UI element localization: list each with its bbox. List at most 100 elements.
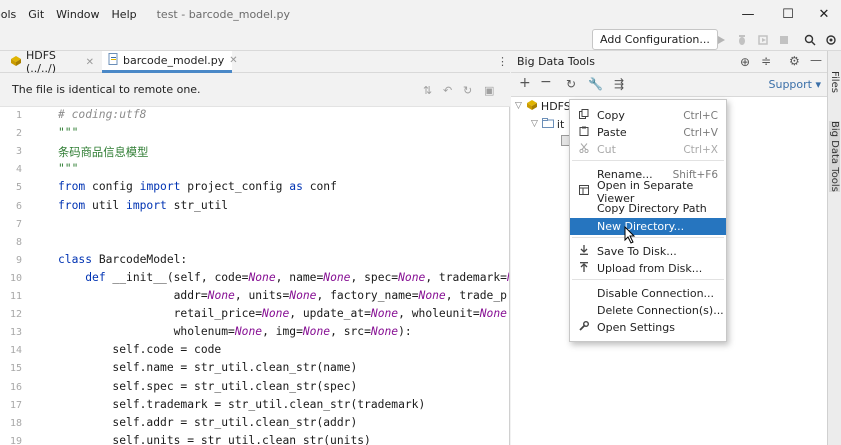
- editor-tabs: HDFS (../../) ✕ barcode_model.py ✕ ⋮: [0, 49, 510, 75]
- tree-node-label: HDFS: [540, 99, 571, 113]
- stop-icon[interactable]: [775, 31, 793, 49]
- code-line: retail_price=None, update_at=None, whole…: [58, 307, 509, 321]
- line-number: 14: [9, 345, 22, 357]
- run-icon[interactable]: [712, 31, 730, 49]
- chevron-down-icon[interactable]: ▽: [515, 101, 522, 111]
- remove-icon[interactable]: −: [540, 74, 552, 90]
- big-data-tools-title: Big Data Tools: [517, 55, 595, 68]
- menu-item-save-to-disk[interactable]: Save To Disk...: [570, 243, 726, 260]
- tree-node-it[interactable]: ▽ it: [531, 115, 564, 133]
- menu-item-copy[interactable]: Copy Ctrl+C: [570, 107, 726, 124]
- code-line: """: [58, 162, 79, 176]
- menu-item-new-directory[interactable]: New Directory...: [570, 218, 726, 235]
- menu-item-disable-connection[interactable]: Disable Connection...: [570, 285, 726, 302]
- tree-node-hdfs[interactable]: ▽ HDFS: [515, 97, 571, 115]
- code-line: self.code = code: [58, 343, 222, 357]
- remote-notice-text: The file is identical to remote one.: [12, 83, 201, 96]
- collapse-icon[interactable]: ≑: [761, 54, 771, 68]
- main-toolbar: Add Configuration...: [0, 29, 841, 51]
- compare-icon[interactable]: ⇅: [423, 84, 432, 97]
- line-number: 1: [15, 110, 22, 121]
- tab-hdfs[interactable]: HDFS (../../) ✕: [4, 49, 100, 75]
- paste-icon: [579, 126, 589, 139]
- filter-icon[interactable]: ⇶: [614, 77, 624, 91]
- add-icon[interactable]: +: [519, 75, 531, 91]
- close-tab-icon[interactable]: ✕: [86, 57, 94, 68]
- menu-item-upload-from-disk[interactable]: Upload from Disk...: [570, 260, 726, 277]
- line-number: 18: [9, 417, 22, 429]
- line-number: 16: [9, 381, 22, 393]
- code-line: class BarcodeModel:: [58, 252, 188, 266]
- remote-notice-bar: The file is identical to remote one. ⇅ ↶…: [0, 73, 510, 107]
- code-line: """: [58, 126, 79, 140]
- refresh-icon[interactable]: ↻: [463, 84, 472, 97]
- code-line: addr=None, units=None, factory_name=None…: [58, 289, 509, 302]
- line-gutter: 1 2 3 4 5 6 7 8 9 10 11 12 13 14 15 16 17 18 19: [0, 107, 44, 445]
- tab-barcode-model[interactable]: barcode_model.py ✕: [102, 51, 238, 73]
- add-configuration-button[interactable]: Add Configuration...: [592, 29, 718, 50]
- save-icon[interactable]: ▣: [484, 84, 494, 97]
- wrench-icon[interactable]: 🔧: [588, 77, 603, 91]
- cut-icon: [579, 143, 589, 156]
- code-line: self.addr = str_util.clean_str(addr): [58, 415, 358, 429]
- big-data-tools-tool-tab[interactable]: Big Data Tools: [829, 121, 840, 192]
- menu-bar: ools Git Window Help test - barcode_mode…: [0, 0, 841, 29]
- close-tab-icon[interactable]: ✕: [229, 55, 237, 66]
- menu-window[interactable]: Window: [50, 8, 105, 21]
- menu-separator: [572, 237, 724, 238]
- mouse-cursor-icon: [624, 226, 636, 244]
- menu-item-delete-connection-s[interactable]: Delete Connection(s)...: [570, 302, 726, 319]
- menu-item-open-in-separate-viewer[interactable]: Open in Separate Viewer: [570, 179, 726, 205]
- files-tool-tab[interactable]: Files: [829, 71, 840, 93]
- menu-item-label: Cut: [597, 143, 616, 156]
- search-icon[interactable]: [801, 31, 819, 49]
- menu-item-paste[interactable]: Paste Ctrl+V: [570, 124, 726, 141]
- right-tool-strip: Files Big Data Tools: [827, 51, 841, 445]
- undo-icon[interactable]: ↶: [443, 84, 452, 97]
- menu-item-label: Disable Connection...: [597, 287, 715, 300]
- hdfs-icon: [526, 99, 538, 113]
- line-number: 5: [15, 182, 22, 194]
- code-line: from config import project_config as con…: [58, 180, 337, 194]
- line-number: 19: [9, 435, 22, 445]
- line-number: 7: [15, 218, 22, 230]
- code-line: self.units = str_util.clean_str(units): [58, 433, 371, 445]
- menu-git[interactable]: Git: [22, 8, 50, 21]
- menu-item-shortcut: Ctrl+V: [683, 126, 718, 139]
- debug-icon[interactable]: [733, 31, 751, 49]
- download-icon: [579, 245, 589, 258]
- line-number: 12: [9, 309, 22, 321]
- menu-help[interactable]: Help: [106, 8, 143, 21]
- refresh-icon[interactable]: ↻: [566, 77, 576, 91]
- code-line: from util import str_util: [58, 198, 229, 212]
- line-number: 2: [15, 128, 22, 140]
- menu-item-copy-directory-path[interactable]: Copy Directory Path: [570, 200, 726, 217]
- wrench-icon: [579, 321, 589, 334]
- tab-barcode-model-label: barcode_model.py: [123, 54, 225, 67]
- line-number: 9: [15, 254, 22, 266]
- upload-icon: [579, 262, 589, 275]
- big-data-tools-toolbar: + − ↻ 🔧 ⇶ Support ▾: [511, 73, 827, 97]
- folder-icon: [541, 117, 554, 131]
- gear-icon[interactable]: ⚙: [789, 54, 800, 68]
- code-line: # coding:utf8: [58, 108, 147, 121]
- line-number: 17: [9, 399, 22, 411]
- close-button[interactable]: ✕: [801, 0, 841, 29]
- line-number: 11: [9, 291, 22, 302]
- settings-icon[interactable]: [822, 31, 840, 49]
- context-menu: Copy Ctrl+C Paste Ctrl+V Cut Ctrl+X Rename... S…: [569, 99, 727, 342]
- hide-panel-icon[interactable]: —: [810, 53, 822, 67]
- python-file-icon: [108, 53, 119, 68]
- coverage-icon[interactable]: [754, 31, 772, 49]
- line-number: 10: [9, 272, 22, 284]
- tree-node-label: it: [556, 117, 565, 131]
- chevron-down-icon[interactable]: ▽: [531, 119, 538, 129]
- target-icon[interactable]: ⊕: [740, 55, 750, 69]
- menu-item-open-settings[interactable]: Open Settings: [570, 319, 726, 336]
- more-tabs-icon[interactable]: ⋮: [497, 55, 508, 68]
- support-dropdown[interactable]: Support ▾: [768, 78, 821, 91]
- code-editor[interactable]: 1 2 3 4 5 6 7 8 9 10 11 12 13 14 15 16 17 18 19 # coding:u…: [0, 107, 510, 445]
- viewer-icon: [579, 185, 589, 198]
- tab-hdfs-label: HDFS (../../): [26, 49, 56, 75]
- menu-tools[interactable]: ools: [0, 8, 22, 21]
